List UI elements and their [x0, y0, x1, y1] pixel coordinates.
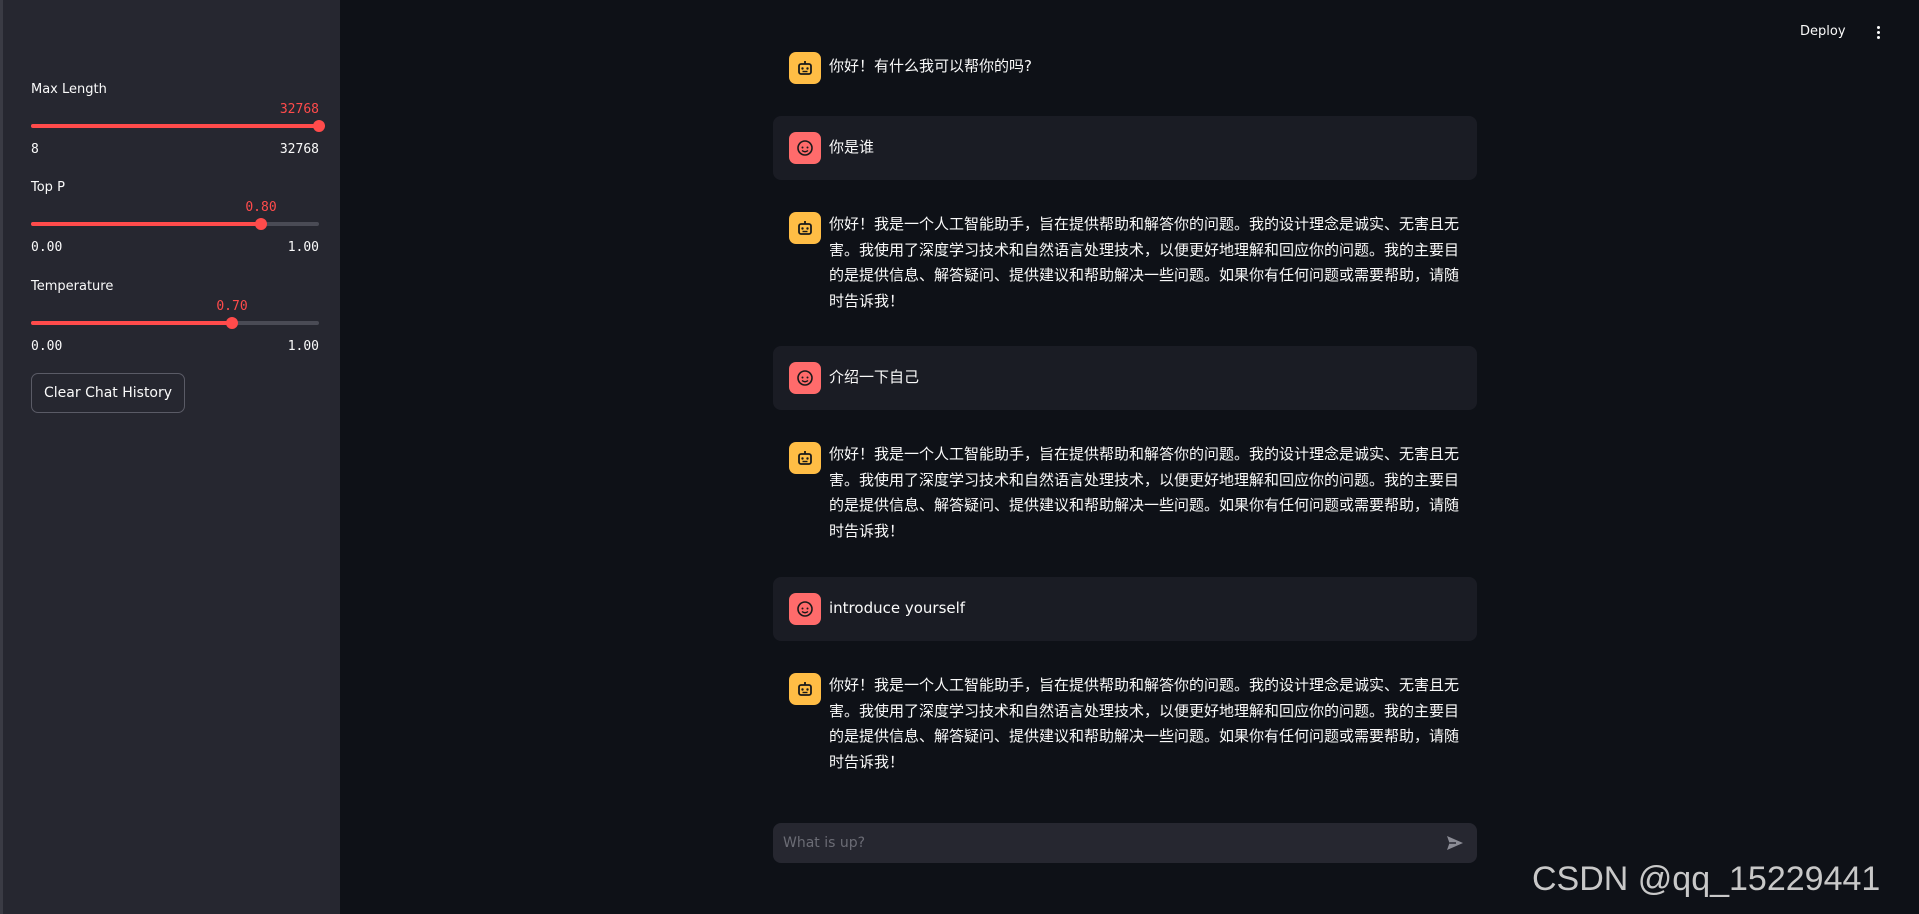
- watermark: CSDN @qq_15229441: [1532, 860, 1881, 898]
- chat-input[interactable]: [773, 823, 1413, 863]
- vertical-dots-icon[interactable]: [1870, 24, 1886, 44]
- slider-label: Top P: [31, 180, 65, 195]
- slider-value: 0.70: [216, 299, 248, 314]
- robot-avatar-icon: [789, 52, 821, 84]
- slider-label: Temperature: [31, 279, 114, 294]
- clear-chat-history-button[interactable]: Clear Chat History: [31, 373, 186, 413]
- message-text: 你好！我是一个人工智能助手，旨在提供帮助和解答你的问题。我的设计理念是诚实、无害…: [829, 676, 1460, 771]
- user-message: 介绍一下自己: [773, 346, 1477, 410]
- slider-thumb[interactable]: [313, 120, 325, 132]
- user-message: introduce yourself: [773, 577, 1477, 641]
- slider-temperature: Temperature 0.70 0.00 1.00: [31, 279, 319, 359]
- deploy-button[interactable]: Deploy: [1800, 24, 1846, 39]
- app-window: Max Length 32768 8 32768 Top P 0.80 0.00…: [0, 0, 1919, 914]
- sidebar: Max Length 32768 8 32768 Top P 0.80 0.00…: [0, 0, 340, 914]
- send-icon[interactable]: [1445, 833, 1465, 853]
- user-face-avatar-icon: [789, 362, 821, 394]
- message-text: 介绍一下自己: [829, 368, 920, 386]
- assistant-message: 你好！我是一个人工智能助手，旨在提供帮助和解答你的问题。我的设计理念是诚实、无害…: [773, 440, 1477, 550]
- message-text: introduce yourself: [829, 599, 966, 617]
- slider-thumb[interactable]: [255, 218, 267, 230]
- robot-avatar-icon: [789, 212, 821, 244]
- slider-track[interactable]: [31, 120, 325, 132]
- slider-max: 1.00: [287, 339, 319, 354]
- slider-min: 0.00: [31, 339, 63, 354]
- slider-track[interactable]: [31, 218, 319, 230]
- slider-thumb[interactable]: [226, 317, 238, 329]
- chat-input-bar: [773, 823, 1477, 863]
- user-face-avatar-icon: [789, 132, 821, 164]
- slider-min: 8: [31, 142, 39, 157]
- slider-track[interactable]: [31, 317, 319, 329]
- slider-top-p: Top P 0.80 0.00 1.00: [31, 180, 319, 260]
- user-message: 你是谁: [773, 116, 1477, 180]
- slider-min: 0.00: [31, 240, 63, 255]
- message-text: 你是谁: [829, 138, 875, 156]
- chat-container: 你好！有什么我可以帮你的吗? 你是谁 你好！我是一个人工智能助手，旨在提供帮助和…: [773, 0, 1477, 800]
- assistant-message: 你好！我是一个人工智能助手，旨在提供帮助和解答你的问题。我的设计理念是诚实、无害…: [773, 671, 1477, 781]
- slider-max-length: Max Length 32768 8 32768: [31, 82, 325, 162]
- assistant-message: 你好！有什么我可以帮你的吗?: [773, 50, 1477, 86]
- message-text: 你好！我是一个人工智能助手，旨在提供帮助和解答你的问题。我的设计理念是诚实、无害…: [829, 445, 1460, 540]
- robot-avatar-icon: [789, 673, 821, 705]
- slider-max: 32768: [279, 142, 319, 157]
- assistant-message: 你好！我是一个人工智能助手，旨在提供帮助和解答你的问题。我的设计理念是诚实、无害…: [773, 210, 1477, 320]
- slider-fill: [31, 321, 232, 325]
- slider-value: 0.80: [245, 200, 277, 215]
- message-text: 你好！有什么我可以帮你的吗?: [829, 57, 1032, 75]
- robot-avatar-icon: [789, 442, 821, 474]
- user-face-avatar-icon: [789, 593, 821, 625]
- slider-label: Max Length: [31, 82, 107, 97]
- slider-fill: [31, 124, 319, 128]
- slider-value: 32768: [279, 102, 319, 117]
- message-text: 你好！我是一个人工智能助手，旨在提供帮助和解答你的问题。我的设计理念是诚实、无害…: [829, 215, 1460, 310]
- slider-max: 1.00: [287, 240, 319, 255]
- slider-fill: [31, 222, 261, 226]
